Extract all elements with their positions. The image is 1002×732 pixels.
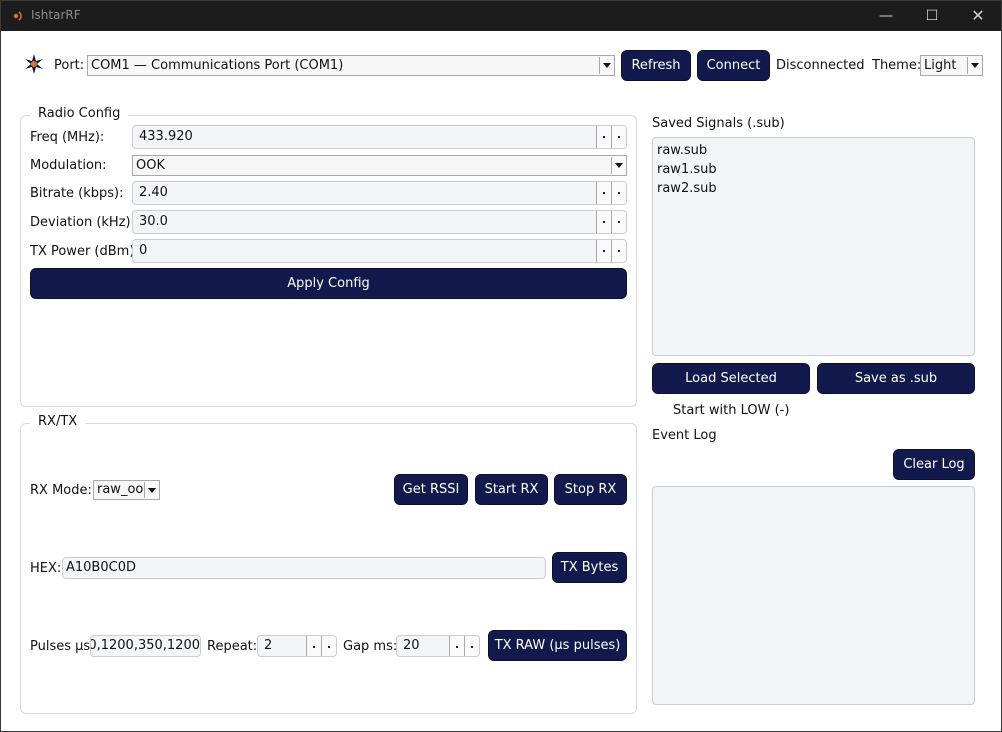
clear-log-button[interactable]: Clear Log: [893, 449, 975, 480]
deviation-value: 30.0: [139, 214, 168, 229]
spin-down-icon[interactable]: [596, 211, 611, 233]
close-icon[interactable]: ✕: [955, 1, 1001, 31]
saved-signals-title: Saved Signals (.sub): [652, 116, 785, 131]
connection-status: Disconnected: [776, 58, 865, 73]
get-rssi-button[interactable]: Get RSSI: [394, 474, 468, 505]
repeat-value: 2: [264, 638, 273, 653]
port-select-value: COM1 — Communications Port (COM1): [91, 58, 344, 73]
load-selected-button[interactable]: Load Selected: [652, 363, 810, 394]
rx-mode-label: RX Mode:: [30, 483, 92, 498]
radio-config-title: Radio Config: [30, 106, 129, 121]
pulses-input[interactable]: 350,1200,350,1200: [90, 635, 201, 657]
bitrate-label: Bitrate (kbps):: [30, 186, 124, 201]
deviation-label: Deviation (kHz):: [30, 215, 135, 230]
spin-up-icon[interactable]: [611, 211, 626, 233]
freq-spinbox[interactable]: 433.920: [132, 125, 627, 149]
apply-config-button[interactable]: Apply Config: [30, 268, 627, 299]
list-item[interactable]: raw2.sub: [653, 179, 974, 198]
gap-value: 20: [403, 638, 420, 653]
gap-spinbox[interactable]: 20: [396, 635, 480, 657]
window-title: IshtarRF: [31, 8, 81, 22]
port-label: Port:: [54, 58, 85, 73]
pulses-label: Pulses µs:: [30, 639, 95, 654]
spin-down-icon[interactable]: [596, 182, 611, 204]
theme-select[interactable]: Light: [920, 55, 983, 76]
stop-rx-button[interactable]: Stop RX: [554, 474, 627, 505]
minimize-icon[interactable]: —: [863, 1, 909, 31]
event-log-title: Event Log: [652, 428, 717, 443]
spin-up-icon[interactable]: [611, 240, 626, 262]
save-sub-button[interactable]: Save as .sub: [817, 363, 975, 394]
modulation-label: Modulation:: [30, 158, 107, 173]
modulation-select[interactable]: OOK: [132, 155, 627, 176]
spin-up-icon[interactable]: [321, 636, 336, 656]
theme-select-value: Light: [924, 58, 957, 73]
event-log-area[interactable]: [652, 486, 975, 705]
title-bar: IshtarRF — ☐ ✕: [1, 1, 1001, 31]
list-item[interactable]: raw1.sub: [653, 160, 974, 179]
spin-up-icon[interactable]: [611, 126, 626, 148]
chevron-down-icon: [599, 57, 613, 74]
repeat-spinbox[interactable]: 2: [257, 635, 337, 657]
chevron-down-icon: [611, 157, 625, 174]
app-window: IshtarRF — ☐ ✕ Port: COM1 — Communicatio…: [0, 0, 1002, 732]
freq-label: Freq (MHz):: [30, 130, 105, 145]
radio-wave-icon: [13, 11, 22, 21]
hex-value: A10B0C0D: [66, 560, 136, 575]
spin-down-icon[interactable]: [596, 240, 611, 262]
connect-button[interactable]: Connect: [697, 50, 770, 81]
repeat-label: Repeat:: [207, 639, 258, 654]
txpower-label: TX Power (dBm):: [30, 244, 139, 259]
bitrate-spinbox[interactable]: 2.40: [132, 181, 627, 205]
rx-mode-value: raw_ook: [97, 482, 151, 497]
refresh-button[interactable]: Refresh: [621, 50, 691, 81]
spin-down-icon[interactable]: [306, 636, 321, 656]
rxtx-title: RX/TX: [30, 414, 86, 429]
txpower-spinbox[interactable]: 0: [132, 239, 627, 263]
tx-bytes-button[interactable]: TX Bytes: [552, 552, 627, 583]
hex-input[interactable]: A10B0C0D: [62, 557, 546, 579]
spin-up-icon[interactable]: [611, 182, 626, 204]
spin-down-icon[interactable]: [449, 636, 464, 656]
rx-mode-select[interactable]: raw_ook: [93, 480, 160, 500]
start-rx-button[interactable]: Start RX: [475, 474, 548, 505]
txpower-value: 0: [139, 243, 148, 258]
saved-signals-list[interactable]: raw.sub raw1.sub raw2.sub: [652, 137, 975, 356]
pulses-value: 350,1200,350,1200: [91, 638, 200, 653]
freq-value: 433.920: [139, 129, 193, 144]
port-select[interactable]: COM1 — Communications Port (COM1): [87, 55, 615, 76]
spin-down-icon[interactable]: [596, 126, 611, 148]
chevron-down-icon: [144, 482, 158, 498]
spin-up-icon[interactable]: [464, 636, 479, 656]
hex-label: HEX:: [30, 561, 62, 576]
maximize-icon[interactable]: ☐: [909, 1, 955, 31]
main-content: Port: COM1 — Communications Port (COM1) …: [1, 31, 1001, 731]
tx-raw-button[interactable]: TX RAW (µs pulses): [488, 630, 627, 661]
radio-wave-icon: [25, 54, 43, 74]
modulation-value: OOK: [136, 158, 165, 173]
bitrate-value: 2.40: [139, 185, 168, 200]
list-item[interactable]: raw.sub: [653, 141, 974, 160]
deviation-spinbox[interactable]: 30.0: [132, 210, 627, 234]
start-low-checkbox[interactable]: Start with LOW (-): [673, 403, 789, 418]
gap-label: Gap ms:: [343, 639, 398, 654]
chevron-down-icon: [967, 57, 981, 74]
theme-label: Theme:: [872, 58, 922, 73]
